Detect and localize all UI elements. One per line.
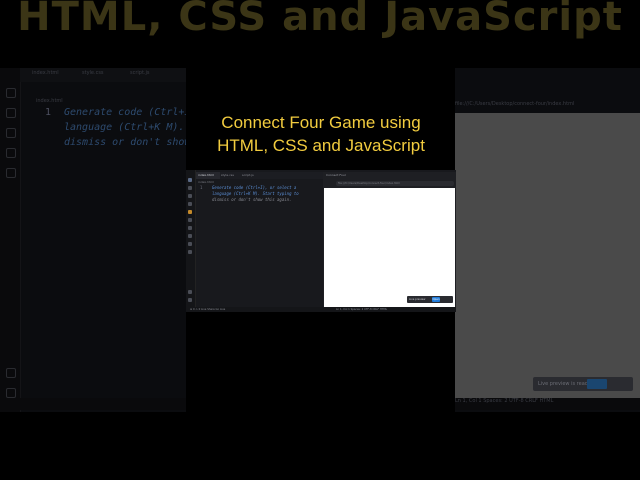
status-left[interactable]: ⊗ 0 ⚠ 0 Live Share Go Live <box>190 307 225 312</box>
background-title: HTML, CSS and JavaScript <box>17 0 623 40</box>
background-editor <box>0 68 186 412</box>
search-icon <box>6 108 16 118</box>
tab-style-css[interactable]: style.css <box>219 172 241 179</box>
code-hint-line[interactable]: Generate code (Ctrl+I), or select a <box>212 185 296 190</box>
gear-icon <box>6 388 16 398</box>
extensions-icon <box>6 168 16 178</box>
tab-script-js[interactable]: script.js <box>240 172 262 179</box>
testing-icon[interactable] <box>188 226 192 230</box>
explorer-icon[interactable] <box>188 178 192 182</box>
editor-tab-bar: index.html style.css script.js <box>196 172 324 179</box>
account-icon <box>6 368 16 378</box>
background-line-number: 1 <box>45 107 52 118</box>
source-control-icon <box>6 128 16 138</box>
line-number: 1 <box>200 185 203 190</box>
code-hint-line[interactable]: dismiss or don't show this again. <box>212 197 291 202</box>
caption-line-1: Connect Four Game using <box>221 113 421 132</box>
activity-bar <box>186 170 196 312</box>
bg-tab-index: index.html <box>32 70 59 76</box>
background-breadcrumb: index.html <box>36 98 63 104</box>
tab-index-html[interactable]: index.html <box>196 172 220 179</box>
background-code-line: language (Ctrl+K M). Start typing to <box>64 122 186 133</box>
search-icon[interactable] <box>188 186 192 190</box>
source-control-icon[interactable] <box>188 194 192 198</box>
debug-icon <box>6 148 16 158</box>
explorer-icon <box>6 88 16 98</box>
caption-line-2: HTML, CSS and JavaScript <box>217 136 425 155</box>
status-right[interactable]: Ln 1, Col 1 Spaces: 2 UTF-8 CRLF HTML <box>336 307 387 312</box>
inner-screenshot: index.html style.css script.js index.htm… <box>186 170 456 312</box>
database-icon[interactable] <box>188 242 192 246</box>
background-code-line: dismiss or don't show this again. <box>64 137 186 148</box>
live-share-icon[interactable] <box>188 250 192 254</box>
background-code-line: Generate code (Ctrl+I), or select a <box>64 107 186 118</box>
background-page <box>455 113 640 398</box>
background-status-bar <box>0 398 186 410</box>
address-bar[interactable]: file:///C:/Users/Desktop/connect-four/in… <box>336 181 454 186</box>
notification-open-button[interactable]: Open <box>432 297 440 302</box>
background-url: file:///C:/Users/Desktop/connect-four/in… <box>455 101 575 107</box>
bg-tab-style: style.css <box>82 70 104 76</box>
remote-icon[interactable] <box>188 218 192 222</box>
background-notice-button <box>587 379 607 389</box>
background-notice-text: Live preview is ready <box>538 381 591 387</box>
debug-icon[interactable] <box>188 202 192 206</box>
background-activity-bar <box>0 68 21 412</box>
background-tab-bar: index.html style.css script.js <box>20 68 186 82</box>
code-hint-line[interactable]: language (Ctrl+K M). Start typing to <box>212 191 299 196</box>
breadcrumb[interactable]: index.html <box>198 180 214 184</box>
browser-tab[interactable]: Connect Four <box>326 173 346 177</box>
notification-text: Live preview <box>409 298 426 301</box>
background-status-right: Ln 1, Col 1 Spaces: 2 UTF-8 CRLF HTML <box>455 398 640 410</box>
browser-page[interactable] <box>324 188 455 308</box>
docker-icon[interactable] <box>188 234 192 238</box>
status-bar: ⊗ 0 ⚠ 0 Live Share Go Live Ln 1, Col 1 S… <box>186 307 456 312</box>
extensions-icon[interactable] <box>188 210 192 214</box>
bg-tab-script: script.js <box>130 70 150 76</box>
account-icon[interactable] <box>188 290 192 294</box>
gear-icon[interactable] <box>188 298 192 302</box>
